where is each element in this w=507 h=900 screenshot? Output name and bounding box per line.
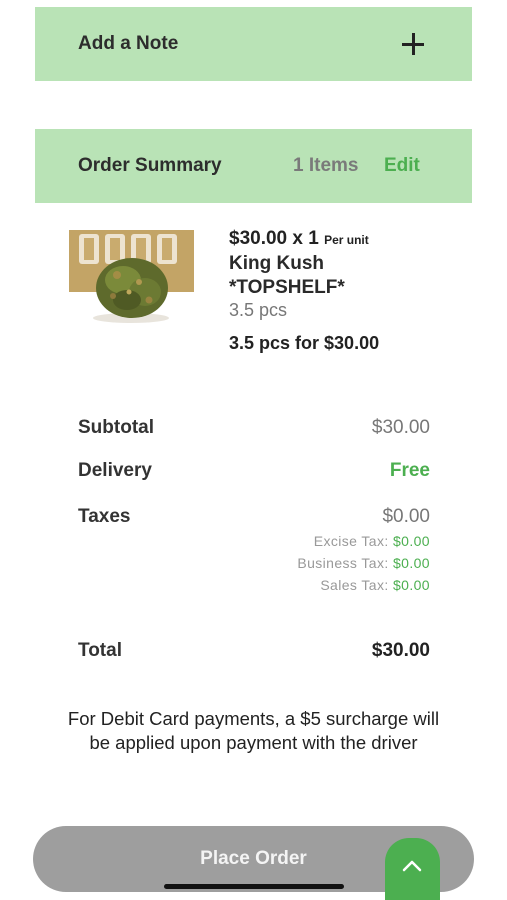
- price-per-unit: $30.00 x 1: [229, 228, 319, 249]
- product-quantity: 3.5 pcs: [229, 300, 288, 320]
- home-indicator: [164, 884, 344, 889]
- surcharge-note: For Debit Card payments, a $5 surcharge …: [67, 708, 440, 753]
- order-summary-label: Order Summary: [78, 155, 222, 176]
- product-image: [69, 230, 194, 325]
- items-count: 1 Items: [293, 155, 359, 176]
- business-tax: Business Tax: $0.00: [297, 555, 430, 571]
- edit-button[interactable]: Edit: [384, 129, 420, 203]
- sales-tax-value: $0.00: [392, 577, 430, 593]
- total-label: Total: [78, 640, 122, 661]
- price-unit-label: Per unit: [324, 233, 369, 247]
- delivery-label: Delivery: [78, 460, 152, 481]
- excise-tax-value: $0.00: [392, 533, 430, 549]
- add-note-panel[interactable]: Add a Note: [35, 7, 472, 81]
- product-price: $30.00 x 1 Per unit: [229, 228, 369, 250]
- plus-icon[interactable]: [402, 33, 424, 55]
- chevron-up-icon: [402, 860, 422, 872]
- delivery-value: Free: [389, 460, 430, 481]
- product-name: King Kush *TOPSHELF*: [229, 253, 345, 298]
- business-tax-label: Business Tax:: [297, 555, 389, 571]
- order-summary-panel: Order Summary 1 Items Edit: [35, 129, 472, 203]
- subtotal-value: $30.00: [371, 417, 430, 438]
- business-tax-value: $0.00: [392, 555, 430, 571]
- excise-tax: Excise Tax: $0.00: [314, 533, 430, 549]
- subtotal-label: Subtotal: [78, 417, 154, 438]
- product-bundle: 3.5 pcs for $30.00: [229, 333, 380, 353]
- sales-tax-label: Sales Tax:: [320, 577, 389, 593]
- taxes-label: Taxes: [78, 506, 131, 527]
- total-value: $30.00: [371, 640, 430, 661]
- scroll-to-top-button[interactable]: [385, 838, 440, 900]
- excise-tax-label: Excise Tax:: [313, 533, 389, 549]
- taxes-value: $0.00: [382, 506, 430, 527]
- add-note-label: Add a Note: [78, 33, 179, 54]
- sales-tax: Sales Tax: $0.00: [320, 577, 430, 593]
